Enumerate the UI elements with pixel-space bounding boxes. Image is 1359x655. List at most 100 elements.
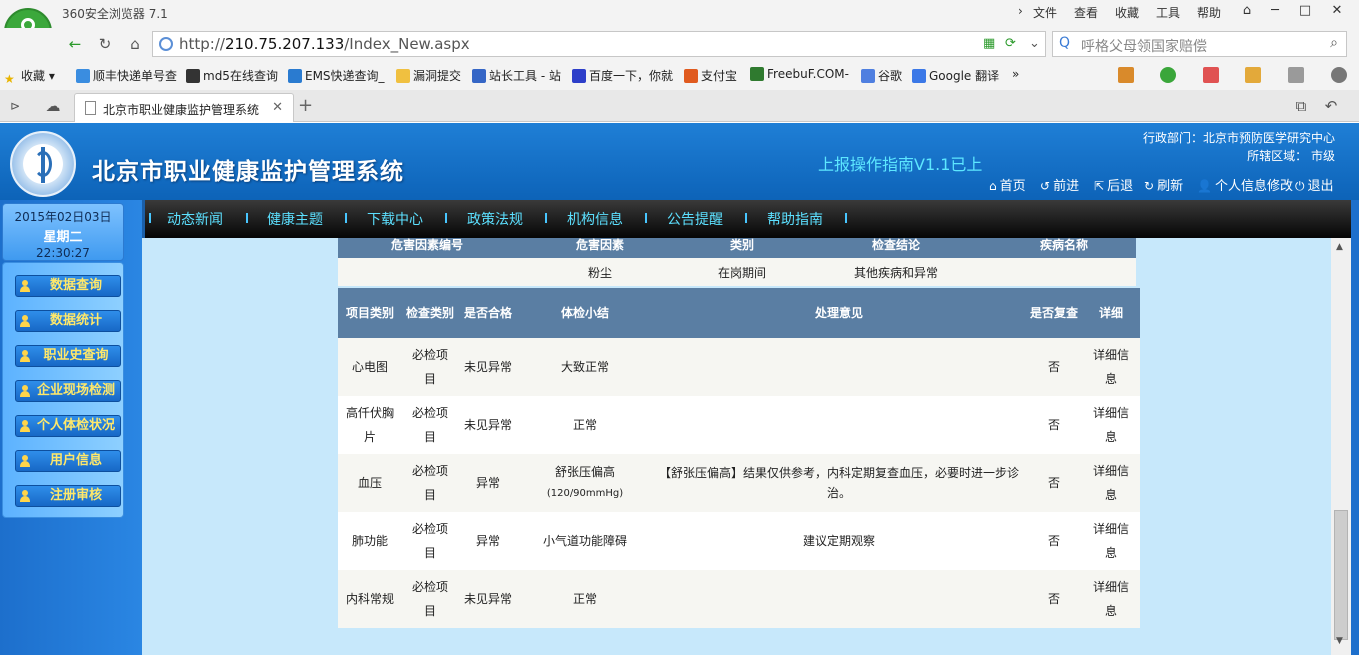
search-tool-icon[interactable] [1331, 67, 1347, 83]
pin-icon[interactable]: ⌂ [1232, 0, 1262, 22]
close-tab-icon[interactable]: ✕ [272, 100, 283, 115]
detail-link[interactable]: 详细信息 [1082, 396, 1140, 454]
table-row: 高仟伏胸片 必检项目 未见异常 正常 否 详细信息 [338, 396, 1140, 454]
favorite-item[interactable]: 站长工具 - 站 [472, 67, 561, 84]
cloud-icon[interactable]: ☁ [42, 96, 64, 116]
scroll-up-icon[interactable]: ▲ [1336, 242, 1343, 252]
search-engine-icon[interactable]: Q [1059, 35, 1070, 51]
favorite-item[interactable]: 顺丰快递单号查 [76, 67, 177, 84]
nav-institutions[interactable]: 机构信息 [567, 209, 623, 229]
scroll-down-icon[interactable]: ▼ [1336, 636, 1343, 646]
exam-type: 必检项目 [402, 338, 458, 396]
exam-type: 必检项目 [402, 396, 458, 454]
qr-icon[interactable]: ▦ [983, 36, 995, 51]
detail-link[interactable]: 详细信息 [1082, 570, 1140, 628]
forward-icon: ↺ [1040, 179, 1051, 193]
refresh-link[interactable]: ↻ 刷新 [1144, 175, 1183, 194]
favorite-item[interactable]: 支付宝 [684, 67, 737, 84]
menu-help[interactable]: 帮助 [1197, 4, 1221, 21]
back-link[interactable]: ⇱ 后退 [1094, 175, 1133, 194]
detail-link[interactable]: 详细信息 [1082, 454, 1140, 512]
apps-icon[interactable] [1118, 67, 1134, 83]
menu-view[interactable]: 查看 [1074, 4, 1098, 21]
image-icon[interactable] [1288, 67, 1304, 83]
sidebar-toggle-icon[interactable]: ⊳ [4, 96, 26, 116]
detail-link[interactable]: 详细信息 [1082, 512, 1140, 570]
hazard-col-header: 检查结论 [800, 238, 992, 258]
nav-regulations[interactable]: 政策法规 [467, 209, 523, 229]
exam-table: 项目类别 检查类别 是否合格 体检小结 处理意见 是否复查 详细 心电图 必检项… [338, 288, 1140, 628]
star-icon: ★ [4, 72, 15, 86]
search-box[interactable]: Q 呼格父母领国家赔偿 ⌕ [1052, 31, 1347, 57]
favorite-item[interactable]: 漏洞提交 [396, 67, 461, 84]
speed-mode-icon[interactable]: ⟳ [1005, 36, 1016, 51]
chevron-down-icon[interactable]: ⌄ [1029, 36, 1040, 51]
menu-file[interactable]: 文件 [1033, 4, 1057, 21]
minimize-button[interactable]: ─ [1260, 0, 1290, 22]
scrollbar-thumb[interactable] [1334, 510, 1348, 640]
exam-advice: 建议定期观察 [652, 512, 1026, 570]
exam-summary: 舒张压偏高 (120/90mmHg) [518, 454, 652, 512]
nav-separator [246, 213, 248, 223]
sidebar-item-data-query[interactable]: 数据查询 [15, 275, 121, 297]
exam-category: 心电图 [338, 338, 402, 396]
table-row: 血压 必检项目 异常 舒张压偏高 (120/90mmHg) 【舒张压偏高】结果仅供… [338, 454, 1140, 512]
notice-marquee[interactable]: 上报操作指南V1.1已上 [818, 151, 982, 175]
back-icon[interactable]: ← [64, 34, 86, 54]
favorite-item[interactable]: Google 翻译 [912, 67, 999, 84]
content-scrollbar[interactable]: ▲ ▼ [1331, 238, 1351, 655]
tab-active[interactable]: 北京市职业健康监护管理系统 ✕ [74, 93, 294, 122]
search-input[interactable]: 呼格父母领国家赔偿 [1081, 36, 1207, 56]
favorite-item[interactable]: 百度一下，你就 [572, 67, 673, 84]
sidebar-item-registration-review[interactable]: 注册审核 [15, 485, 121, 507]
nav-news[interactable]: 动态新闻 [167, 209, 223, 229]
share-icon: ⇱ [1094, 179, 1105, 193]
pdf-icon[interactable] [1203, 67, 1219, 83]
user-icon [19, 350, 31, 363]
maximize-button[interactable]: □ [1290, 0, 1320, 22]
site-emblem-icon [10, 131, 76, 197]
nav-downloads[interactable]: 下载中心 [367, 209, 423, 229]
undo-close-icon[interactable]: ↶ [1320, 96, 1342, 116]
favorite-item[interactable]: md5在线查询 [186, 67, 278, 84]
table-row: 内科常规 必检项目 未见异常 正常 否 详细信息 [338, 570, 1140, 628]
chevron-right-icon[interactable]: › [1018, 4, 1023, 18]
nav-help[interactable]: 帮助指南 [767, 209, 823, 229]
refresh-icon[interactable]: ↻ [94, 34, 116, 54]
menu-favorites[interactable]: 收藏 [1115, 4, 1139, 21]
nav-health-topics[interactable]: 健康主题 [267, 209, 323, 229]
home-icon[interactable]: ⌂ [124, 34, 146, 54]
exam-advice [652, 338, 1026, 396]
sidebar-item-personal-exam[interactable]: 个人体检状况 [15, 415, 121, 437]
search-icon[interactable]: ⌕ [1330, 35, 1338, 51]
hazard-col-header: 疾病名称 [992, 238, 1136, 258]
sidebar-item-data-stats[interactable]: 数据统计 [15, 310, 121, 332]
menu-tools[interactable]: 工具 [1156, 4, 1180, 21]
user-icon [19, 420, 31, 433]
favorite-item[interactable]: 谷歌 [861, 67, 902, 84]
new-tab-button[interactable]: + [298, 95, 313, 116]
favorite-item[interactable]: FreebuF.COM- [750, 67, 849, 81]
extension-icon[interactable] [1245, 67, 1261, 83]
address-bar[interactable]: http://210.75.207.133/Index_New.aspx ▦ ⟳… [152, 31, 1046, 57]
translate-icon [912, 69, 926, 83]
exam-col-header: 详细 [1082, 288, 1140, 338]
sidebar-item-site-inspection[interactable]: 企业现场检测 [15, 380, 121, 402]
yen-icon[interactable] [1160, 67, 1176, 83]
favorite-item[interactable]: EMS快递查询_ [288, 67, 385, 84]
more-favorites-button[interactable]: » [1012, 67, 1019, 81]
forward-link[interactable]: ↺ 前进 [1040, 175, 1079, 194]
sidebar-item-career-history[interactable]: 职业史查询 [15, 345, 121, 367]
tabs-overview-icon[interactable]: ⧉ [1290, 96, 1312, 116]
detail-link[interactable]: 详细信息 [1082, 338, 1140, 396]
nav-announcements[interactable]: 公告提醒 [667, 209, 723, 229]
profile-edit-link[interactable]: 👤 个人信息修改 [1197, 175, 1293, 194]
exam-col-header: 是否合格 [458, 288, 518, 338]
sidebar-item-user-info[interactable]: 用户信息 [15, 450, 121, 472]
logout-link[interactable]: ⏻ 退出 [1295, 175, 1334, 194]
exam-result: 异常 [458, 454, 518, 512]
exam-category: 高仟伏胸片 [338, 396, 402, 454]
home-link[interactable]: ⌂ 首页 [989, 175, 1026, 194]
close-button[interactable]: ✕ [1322, 0, 1352, 22]
favorites-menu[interactable]: ★ 收藏 ▾ [4, 67, 55, 86]
